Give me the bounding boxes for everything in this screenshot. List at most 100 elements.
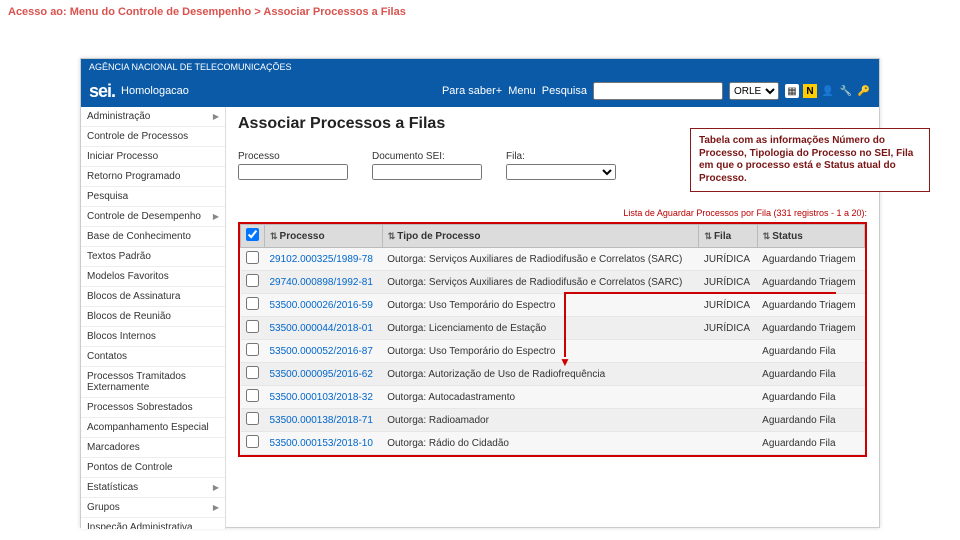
user-icon[interactable]: 👤 (821, 84, 835, 98)
filter-doc-input[interactable] (372, 164, 482, 180)
cell-tipo: Outorga: Uso Temporário do Espectro (382, 294, 699, 317)
sidebar-item[interactable]: Iniciar Processo (81, 147, 225, 167)
filter-fila-select[interactable] (506, 164, 616, 180)
cell-status: Aguardando Fila (757, 363, 864, 386)
sidebar-item-label: Textos Padrão (87, 251, 151, 262)
sidebar-item-label: Marcadores (87, 442, 140, 453)
cell-status: Aguardando Fila (757, 340, 864, 363)
process-link[interactable]: 29102.000325/1989-78 (270, 254, 373, 265)
sort-icon[interactable]: ⇅ (388, 231, 396, 241)
row-checkbox[interactable] (246, 343, 259, 356)
notification-icon[interactable]: N (803, 84, 817, 98)
sidebar-item[interactable]: Processos Tramitados Externamente (81, 367, 225, 398)
cell-fila (699, 432, 757, 455)
cell-tipo: Outorga: Serviços Auxiliares de Radiodif… (382, 271, 699, 294)
row-checkbox[interactable] (246, 435, 259, 448)
grid-icon[interactable]: ▦ (785, 84, 799, 98)
cell-tipo: Outorga: Autocadastramento (382, 386, 699, 409)
process-link[interactable]: 53500.000095/2016-62 (270, 369, 373, 380)
sidebar-item[interactable]: Administração▶ (81, 107, 225, 127)
sidebar-item-label: Inspeção Administrativa (87, 522, 193, 529)
sidebar-item[interactable]: Pontos de Controle (81, 458, 225, 478)
row-checkbox[interactable] (246, 320, 259, 333)
row-checkbox[interactable] (246, 389, 259, 402)
table-info-text: Lista de Aguardar Processos por Fila (33… (238, 208, 867, 218)
table-row: 53500.000026/2016-59 Outorga: Uso Temporá… (241, 294, 865, 317)
cell-fila: JURÍDICA (699, 294, 757, 317)
sidebar-item[interactable]: Contatos (81, 347, 225, 367)
link-menu[interactable]: Menu (508, 85, 536, 97)
sidebar-item[interactable]: Blocos de Reunião (81, 307, 225, 327)
sidebar-item[interactable]: Base de Conhecimento (81, 227, 225, 247)
search-input[interactable] (593, 82, 723, 100)
sidebar-item-label: Processos Sobrestados (87, 402, 193, 413)
filter-processo-label: Processo (238, 151, 348, 162)
sidebar-item[interactable]: Modelos Favoritos (81, 267, 225, 287)
table-row: 53500.000095/2016-62Outorga: Autorização… (241, 363, 865, 386)
process-link[interactable]: 29740.000898/1992-81 (270, 277, 373, 288)
sidebar-item-label: Blocos Internos (87, 331, 156, 342)
row-checkbox[interactable] (246, 274, 259, 287)
sort-icon[interactable]: ⇅ (763, 231, 771, 241)
exit-icon[interactable]: 🔑 (857, 84, 871, 98)
table-row: 53500.000103/2018-32 Outorga: Autocadastr… (241, 386, 865, 409)
process-link[interactable]: 53500.000052/2016-87 (270, 346, 373, 357)
nav-bar: sei. Homologacao Para saber+ Menu Pesqui… (81, 75, 879, 107)
sort-icon[interactable]: ⇅ (270, 231, 278, 241)
cell-tipo: Outorga: Serviços Auxiliares de Radiodif… (382, 248, 699, 271)
row-checkbox[interactable] (246, 366, 259, 379)
sidebar-item-label: Blocos de Assinatura (87, 291, 180, 302)
sidebar-item[interactable]: Inspeção Administrativa (81, 518, 225, 529)
process-link[interactable]: 53500.000044/2018-01 (270, 323, 373, 334)
process-link[interactable]: 53500.000103/2018-32 (270, 392, 373, 403)
sidebar-item[interactable]: Grupos▶ (81, 498, 225, 518)
env-label: Homologacao (121, 85, 189, 97)
chevron-right-icon: ▶ (213, 212, 219, 221)
row-checkbox[interactable] (246, 297, 259, 310)
select-all-checkbox[interactable] (246, 228, 259, 241)
sidebar-item-label: Iniciar Processo (87, 151, 158, 162)
sort-icon[interactable]: ⇅ (704, 231, 712, 241)
sidebar-item[interactable]: Marcadores (81, 438, 225, 458)
row-checkbox[interactable] (246, 251, 259, 264)
process-table-wrap: ⇅Processo ⇅Tipo de Processo ⇅Fila ⇅Statu… (238, 222, 867, 457)
process-table: ⇅Processo ⇅Tipo de Processo ⇅Fila ⇅Statu… (240, 224, 865, 455)
col-fila: Fila (714, 231, 731, 242)
table-row: 29740.000898/1992-81 Outorga: Serviços Au… (241, 271, 865, 294)
sidebar-item-label: Administração (87, 111, 150, 122)
cell-fila (699, 363, 757, 386)
sidebar-item[interactable]: Acompanhamento Especial (81, 418, 225, 438)
cell-tipo: Outorga: Rádio do Cidadão (382, 432, 699, 455)
config-icon[interactable]: 🔧 (839, 84, 853, 98)
sidebar-item-label: Pesquisa (87, 191, 128, 202)
sidebar-item-label: Contatos (87, 351, 127, 362)
filter-processo-input[interactable] (238, 164, 348, 180)
sidebar-item[interactable]: Textos Padrão (81, 247, 225, 267)
process-link[interactable]: 53500.000153/2018-10 (270, 438, 373, 449)
sidebar-item[interactable]: Blocos Internos (81, 327, 225, 347)
sidebar-item[interactable]: Retorno Programado (81, 167, 225, 187)
cell-status: Aguardando Fila (757, 409, 864, 432)
col-processo: Processo (280, 231, 325, 242)
annotation-arrow-icon: ▼ (559, 355, 571, 369)
chevron-right-icon: ▶ (213, 503, 219, 512)
sidebar-item[interactable]: Processos Sobrestados (81, 398, 225, 418)
sidebar-item-label: Retorno Programado (87, 171, 180, 182)
process-link[interactable]: 53500.000138/2018-71 (270, 415, 373, 426)
link-para-saber[interactable]: Para saber+ (442, 85, 502, 97)
sidebar-item[interactable]: Pesquisa (81, 187, 225, 207)
col-status: Status (772, 231, 803, 242)
sidebar-item[interactable]: Estatísticas▶ (81, 478, 225, 498)
sidebar-item[interactable]: Controle de Processos (81, 127, 225, 147)
table-row: 53500.000052/2016-87Outorga: Uso Temporá… (241, 340, 865, 363)
process-link[interactable]: 53500.000026/2016-59 (270, 300, 373, 311)
sidebar-item-label: Estatísticas (87, 482, 138, 493)
annotation-line-v (564, 292, 566, 357)
sidebar-item[interactable]: Controle de Desempenho▶ (81, 207, 225, 227)
cell-status: Aguardando Triagem (757, 248, 864, 271)
sidebar-item-label: Base de Conhecimento (87, 231, 191, 242)
row-checkbox[interactable] (246, 412, 259, 425)
unit-select[interactable]: ORLE (729, 82, 779, 100)
sidebar-item-label: Processos Tramitados Externamente (87, 371, 219, 393)
sidebar-item[interactable]: Blocos de Assinatura (81, 287, 225, 307)
